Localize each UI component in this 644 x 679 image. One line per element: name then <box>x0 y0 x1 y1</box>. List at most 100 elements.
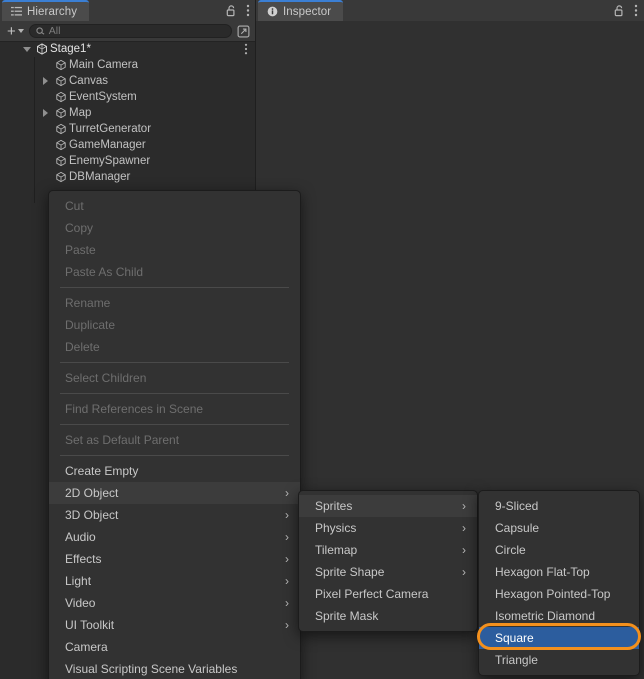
tree-item-label: DBManager <box>69 171 131 183</box>
menu-separator <box>60 287 289 288</box>
menu-item-label: Audio <box>65 530 96 544</box>
menu-item-label: 2D Object <box>65 486 119 500</box>
tree-row-dbmanager[interactable]: DBManager <box>0 169 256 185</box>
tree-row-map[interactable]: Map <box>0 105 256 121</box>
expand-arrow-icon[interactable] <box>20 46 33 52</box>
scene-kebab-menu-icon[interactable] <box>244 41 248 57</box>
gameobject-cube-icon <box>52 155 69 167</box>
tab-hierarchy[interactable]: Hierarchy <box>2 0 90 21</box>
menu-item-ui-toolkit[interactable]: UI Toolkit › <box>49 614 300 636</box>
expand-arrow-icon[interactable] <box>39 109 52 117</box>
menu-item-label: Hexagon Pointed-Top <box>495 587 611 601</box>
tree-row-enemyspawner[interactable]: EnemySpawner <box>0 153 256 169</box>
menu-item-audio[interactable]: Audio › <box>49 526 300 548</box>
hierarchy-tabbar: Hierarchy <box>0 0 256 21</box>
menu-item-sprites[interactable]: Sprites › <box>299 495 477 517</box>
menu-item-label: Cut <box>65 199 84 213</box>
menu-item-capsule[interactable]: Capsule <box>479 517 639 539</box>
expand-arrow-icon[interactable] <box>39 77 52 85</box>
chevron-right-icon: › <box>285 508 289 522</box>
menu-item-circle[interactable]: Circle <box>479 539 639 561</box>
menu-item-label: Effects <box>65 552 102 566</box>
menu-item-rename[interactable]: Rename <box>49 292 300 314</box>
menu-item-label: Duplicate <box>65 318 116 332</box>
tree-row-turretgenerator[interactable]: TurretGenerator <box>0 121 256 137</box>
menu-item-tilemap[interactable]: Tilemap › <box>299 539 477 561</box>
menu-item-duplicate[interactable]: Duplicate <box>49 314 300 336</box>
menu-item-camera[interactable]: Camera <box>49 636 300 658</box>
gameobject-cube-icon <box>52 123 69 135</box>
menu-item-video[interactable]: Video › <box>49 592 300 614</box>
menu-item-light[interactable]: Light › <box>49 570 300 592</box>
tree-row-gamemanager[interactable]: GameManager <box>0 137 256 153</box>
menu-item-label: Physics <box>315 521 357 535</box>
menu-item-label: Sprites <box>315 499 353 513</box>
menu-item-find-references-in-scene[interactable]: Find References in Scene <box>49 398 300 420</box>
menu-item-9-sliced[interactable]: 9-Sliced <box>479 495 639 517</box>
menu-item-hexagon-pointed-top[interactable]: Hexagon Pointed-Top <box>479 583 639 605</box>
menu-item-effects[interactable]: Effects › <box>49 548 300 570</box>
menu-item-hexagon-flat-top[interactable]: Hexagon Flat-Top <box>479 561 639 583</box>
chevron-right-icon: › <box>285 596 289 610</box>
tree-item-label: Main Camera <box>69 59 139 71</box>
menu-item-physics[interactable]: Physics › <box>299 517 477 539</box>
tab-inspector[interactable]: Inspector <box>258 0 344 21</box>
chevron-right-icon: › <box>285 574 289 588</box>
tree-row-canvas[interactable]: Canvas <box>0 73 256 89</box>
row-divider <box>0 41 256 42</box>
menu-item-label: Tilemap <box>315 543 358 557</box>
menu-item-set-as-default-parent[interactable]: Set as Default Parent <box>49 429 300 451</box>
menu-item-square[interactable]: Square <box>479 627 639 649</box>
gameobject-cube-icon <box>52 75 69 87</box>
create-gameobject-button[interactable]: + <box>5 24 26 39</box>
lock-open-icon[interactable] <box>614 4 625 17</box>
menu-item-label: Light <box>65 574 92 588</box>
tree-row-main-camera[interactable]: Main Camera <box>0 57 256 73</box>
open-in-new-button[interactable] <box>235 25 251 38</box>
search-icon <box>36 26 45 36</box>
chevron-right-icon: › <box>462 499 466 513</box>
menu-item-sprite-shape[interactable]: Sprite Shape › <box>299 561 477 583</box>
kebab-menu-icon[interactable] <box>246 4 250 17</box>
chevron-right-icon: › <box>462 543 466 557</box>
menu-item-isometric-diamond[interactable]: Isometric Diamond <box>479 605 639 627</box>
menu-item-paste[interactable]: Paste <box>49 239 300 261</box>
tab-inspector-label: Inspector <box>283 5 332 18</box>
menu-item-visual-scripting-scene-variables[interactable]: Visual Scripting Scene Variables <box>49 658 300 679</box>
gameobject-cube-icon <box>52 91 69 103</box>
menu-separator <box>60 362 289 363</box>
menu-item-label: Rename <box>65 296 111 310</box>
menu-item-3d-object[interactable]: 3D Object › <box>49 504 300 526</box>
menu-item-triangle[interactable]: Triangle <box>479 649 639 671</box>
menu-item-label: UI Toolkit <box>65 618 115 632</box>
submenu-sprites: 9-Sliced Capsule Circle Hexagon Flat-Top… <box>478 490 640 676</box>
menu-item-pixel-perfect-camera[interactable]: Pixel Perfect Camera <box>299 583 477 605</box>
menu-separator <box>60 393 289 394</box>
menu-item-delete[interactable]: Delete <box>49 336 300 358</box>
menu-item-label: Pixel Perfect Camera <box>315 587 429 601</box>
hierarchy-icon <box>11 6 22 17</box>
tree-item-label: TurretGenerator <box>69 123 152 135</box>
chevron-down-icon <box>17 29 24 33</box>
menu-item-copy[interactable]: Copy <box>49 217 300 239</box>
tree-item-label: Map <box>69 107 92 119</box>
search-input[interactable]: All <box>28 24 232 38</box>
lock-open-icon[interactable] <box>226 4 237 17</box>
menu-item-label: Square <box>495 631 534 645</box>
menu-item-cut[interactable]: Cut <box>49 195 300 217</box>
menu-item-create-empty[interactable]: Create Empty <box>49 460 300 482</box>
tab-hierarchy-label: Hierarchy <box>27 5 78 18</box>
gameobject-cube-icon <box>52 139 69 151</box>
menu-item-label: 3D Object <box>65 508 119 522</box>
menu-item-sprite-mask[interactable]: Sprite Mask <box>299 605 477 627</box>
menu-item-label: Sprite Shape <box>315 565 385 579</box>
kebab-menu-icon[interactable] <box>634 4 638 17</box>
menu-item-paste-as-child[interactable]: Paste As Child <box>49 261 300 283</box>
tree-row-stage1[interactable]: Stage1* <box>0 41 256 57</box>
menu-item-label: Set as Default Parent <box>65 433 180 447</box>
inspector-tabbar: Inspector <box>256 0 644 21</box>
tree-row-eventsystem[interactable]: EventSystem <box>0 89 256 105</box>
submenu-2d-object: Sprites › Physics › Tilemap › Sprite Sha… <box>298 490 478 632</box>
menu-item-select-children[interactable]: Select Children <box>49 367 300 389</box>
menu-item-2d-object[interactable]: 2D Object › <box>49 482 300 504</box>
